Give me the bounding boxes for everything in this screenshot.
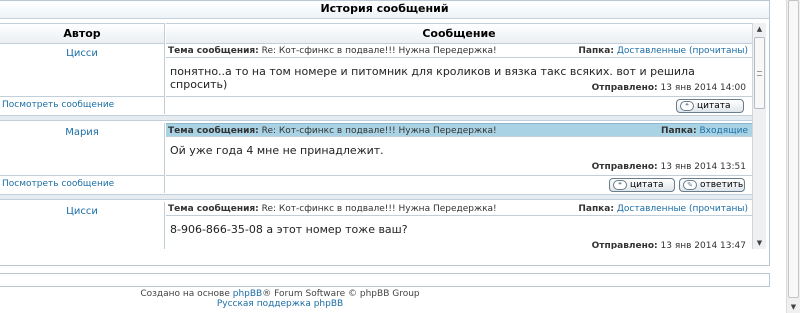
page-scrollbar-thumb[interactable] (788, 0, 799, 298)
post-actions: ❝ цитата ✎ ответить (166, 175, 752, 193)
folder-link[interactable]: Доставленные (прочитаны) (617, 204, 748, 214)
view-message-link[interactable]: Посмотреть сообщение (0, 96, 165, 114)
quote-icon: ❝ (613, 180, 627, 190)
folder-label: Папка: (578, 46, 614, 56)
folder-link[interactable]: Входящие (699, 126, 748, 136)
folder-label: Папка: (661, 126, 697, 136)
row-separator (0, 194, 752, 200)
folder-link[interactable]: Доставленные (прочитаны) (617, 46, 748, 56)
reply-label: ответить (700, 180, 744, 190)
message-text: 8-906-866-35-08 а этот номер тоже ваш? (170, 223, 408, 236)
topic-bar: Тема сообщения: Re: Кот-сфинкс в подвале… (166, 44, 752, 58)
reply-button[interactable]: ✎ ответить (679, 178, 745, 192)
column-header-author: Автор (0, 23, 165, 44)
folder-info: Папка: Доставленные (прочитаны) (578, 202, 748, 216)
topic-bar: Тема сообщения: Re: Кот-сфинкс в подвале… (166, 123, 752, 137)
scrollbar-thumb[interactable] (754, 37, 765, 109)
sent-info: Отправлено: 13 янв 2014 14:00 (592, 83, 746, 93)
sent-info: Отправлено: 13 янв 2014 13:47 (592, 241, 746, 249)
view-message-link[interactable]: Посмотреть сообщение (0, 175, 165, 193)
quote-label: цитата (630, 180, 664, 190)
post-author[interactable]: Цисси (0, 202, 165, 249)
message-list-scrollbar[interactable]: ▲ ▼ (752, 23, 766, 249)
post-author[interactable]: Цисси (0, 44, 165, 96)
page-scroll-down-arrow-icon[interactable]: ▼ (787, 301, 800, 313)
scroll-down-arrow-icon[interactable]: ▼ (753, 237, 766, 249)
footer-line: Создано на основе phpBB® Forum Software … (0, 289, 560, 299)
folder-info: Папка: Входящие (661, 124, 748, 138)
quote-label: цитата (697, 101, 731, 111)
topic-label: Тема сообщения: (168, 126, 259, 136)
topic-title: Re: Кот-сфинкс в подвале!!! Нужна Переде… (261, 204, 497, 214)
footer: Создано на основе phpBB® Forum Software … (0, 289, 560, 309)
russian-support-link[interactable]: Русская поддержка phpBB (217, 299, 343, 309)
topic-title: Re: Кот-сфинкс в подвале!!! Нужна Переде… (261, 46, 497, 56)
column-header-message: Сообщение (166, 23, 752, 44)
phpbb-link[interactable]: phpBB (233, 289, 262, 299)
post-actions: ❝ цитата (166, 96, 752, 114)
sent-label: Отправлено: (591, 83, 658, 93)
reply-icon: ✎ (683, 180, 697, 190)
row-separator (0, 115, 752, 121)
message-text: Ой уже года 4 мне не принадлежит. (170, 144, 384, 157)
post-author[interactable]: Мария (0, 123, 165, 175)
panel-caption: История сообщений (0, 1, 769, 19)
page-scrollbar[interactable]: ▼ (786, 0, 800, 313)
footer-created: Создано на основе (140, 289, 230, 299)
topic-label: Тема сообщения: (168, 46, 259, 56)
quote-icon: ❝ (680, 101, 694, 111)
sent-label: Отправлено: (591, 241, 658, 249)
folder-info: Папка: Доставленные (прочитаны) (578, 44, 748, 58)
scroll-up-arrow-icon[interactable]: ▲ (753, 23, 766, 35)
topic-bar: Тема сообщения: Re: Кот-сфинкс в подвале… (166, 202, 752, 216)
folder-label: Папка: (578, 204, 614, 214)
grip-icon (757, 71, 762, 76)
sent-date: 13 янв 2014 14:00 (660, 83, 746, 93)
message-list: Цисси Тема сообщения: Re: Кот-сфинкс в п… (0, 44, 752, 249)
sent-info: Отправлено: 13 янв 2014 13:51 (592, 162, 746, 172)
footer-line: Русская поддержка phpBB (0, 299, 560, 309)
quote-button[interactable]: ❝ цитата (609, 178, 675, 192)
sent-date: 13 янв 2014 13:47 (660, 241, 746, 249)
topic-label: Тема сообщения: (168, 204, 259, 214)
sent-label: Отправлено: (591, 162, 658, 172)
topic-title: Re: Кот-сфинкс в подвале!!! Нужна Переде… (261, 126, 497, 136)
quote-button[interactable]: ❝ цитата (676, 99, 744, 113)
footer-copyright: ® Forum Software © phpBB Group (262, 289, 420, 299)
sent-date: 13 янв 2014 13:51 (660, 162, 746, 172)
bottom-bar (0, 273, 770, 287)
message-history-panel: История сообщений Автор Сообщение Цисси … (0, 0, 770, 266)
